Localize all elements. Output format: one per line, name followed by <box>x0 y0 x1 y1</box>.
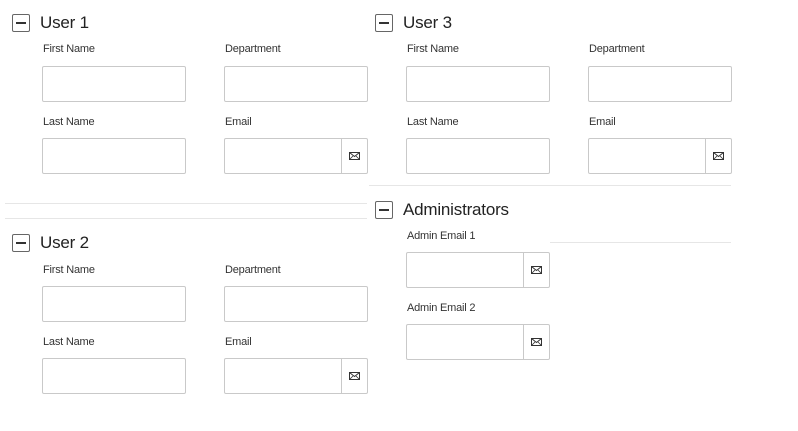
user3-last-name-label: Last Name <box>407 116 459 128</box>
collapse-icon[interactable] <box>375 201 393 219</box>
envelope-icon <box>705 139 731 173</box>
user3-email-label: Email <box>589 116 616 128</box>
collapse-icon[interactable] <box>12 234 30 252</box>
user3-department-input[interactable] <box>589 67 731 101</box>
user2-title: User 2 <box>40 233 89 252</box>
administrators-title: Administrators <box>403 200 509 219</box>
administrators-header: Administrators <box>375 197 509 223</box>
admin-email-1-label: Admin Email 1 <box>407 230 476 242</box>
admin-email-2-label: Admin Email 2 <box>407 302 476 314</box>
envelope-icon <box>523 253 549 287</box>
collapse-icon[interactable] <box>12 14 30 32</box>
user3-first-name-label: First Name <box>407 43 459 55</box>
user2-last-name-field[interactable] <box>42 358 186 394</box>
user1-department-input[interactable] <box>225 67 367 101</box>
user1-last-name-input[interactable] <box>43 139 185 173</box>
user3-first-name-field[interactable] <box>406 66 550 102</box>
user1-department-label: Department <box>225 43 281 55</box>
user1-first-name-field[interactable] <box>42 66 186 102</box>
collapse-icon[interactable] <box>375 14 393 32</box>
user2-department-label: Department <box>225 264 281 276</box>
user1-email-field[interactable] <box>224 138 368 174</box>
user1-title: User 1 <box>40 13 89 32</box>
user1-email-input[interactable] <box>225 139 341 173</box>
user2-top-divider <box>5 218 367 219</box>
user3-department-label: Department <box>589 43 645 55</box>
user1-last-name-label: Last Name <box>43 116 95 128</box>
user2-email-field[interactable] <box>224 358 368 394</box>
admin-email-1-field[interactable] <box>406 252 550 288</box>
administrators-divider <box>550 242 731 243</box>
user1-last-name-field[interactable] <box>42 138 186 174</box>
user1-department-field[interactable] <box>224 66 368 102</box>
admin-email-2-input[interactable] <box>407 325 523 359</box>
user3-header: User 3 <box>375 10 452 36</box>
user3-last-name-input[interactable] <box>407 139 549 173</box>
user2-first-name-field[interactable] <box>42 286 186 322</box>
user3-last-name-field[interactable] <box>406 138 550 174</box>
user2-email-label: Email <box>225 336 252 348</box>
envelope-icon <box>341 359 367 393</box>
user2-department-field[interactable] <box>224 286 368 322</box>
user3-department-field[interactable] <box>588 66 732 102</box>
user1-divider <box>5 203 367 204</box>
admin-email-2-field[interactable] <box>406 324 550 360</box>
user3-first-name-input[interactable] <box>407 67 549 101</box>
user2-first-name-input[interactable] <box>43 287 185 321</box>
envelope-icon <box>341 139 367 173</box>
user2-last-name-label: Last Name <box>43 336 95 348</box>
user3-email-input[interactable] <box>589 139 705 173</box>
user3-divider <box>369 185 731 186</box>
user2-last-name-input[interactable] <box>43 359 185 393</box>
user1-email-label: Email <box>225 116 252 128</box>
envelope-icon <box>523 325 549 359</box>
user2-header: User 2 <box>12 230 89 256</box>
user3-title: User 3 <box>403 13 452 32</box>
user1-header: User 1 <box>12 10 89 36</box>
user2-email-input[interactable] <box>225 359 341 393</box>
admin-email-1-input[interactable] <box>407 253 523 287</box>
user2-first-name-label: First Name <box>43 264 95 276</box>
user1-first-name-input[interactable] <box>43 67 185 101</box>
user1-first-name-label: First Name <box>43 43 95 55</box>
user2-department-input[interactable] <box>225 287 367 321</box>
user3-email-field[interactable] <box>588 138 732 174</box>
